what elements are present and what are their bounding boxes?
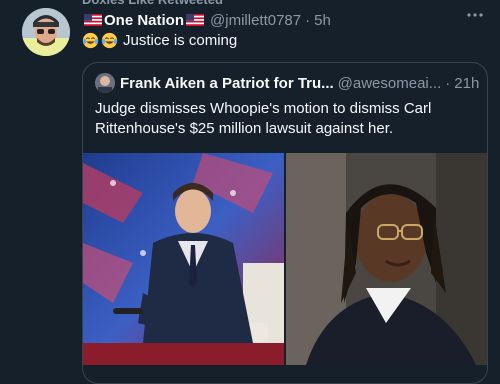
quoted-display-name: Frank Aiken a Patriot for Tru... <box>120 74 334 92</box>
media-photo-left[interactable] <box>83 153 284 365</box>
tweet-header: One Nation @jmillett0787 · 5h <box>82 10 331 30</box>
tweet-body: Justice is coming <box>82 32 237 49</box>
display-name[interactable]: One Nation <box>82 12 206 29</box>
quoted-tweet-timestamp: 21h <box>454 74 480 92</box>
more-horizontal-icon[interactable] <box>464 6 486 28</box>
quoted-user-avatar <box>95 73 115 93</box>
user-handle[interactable]: @jmillett0787 <box>210 12 301 29</box>
media-photo-right[interactable] <box>286 153 487 365</box>
user-avatar[interactable] <box>22 8 70 56</box>
tears-of-joy-emoji-icon <box>82 32 99 49</box>
quoted-tweet-media <box>83 153 487 365</box>
quoted-tweet-card[interactable]: Frank Aiken a Patriot for Tru... @awesom… <box>82 62 488 384</box>
separator-dot: · <box>305 11 311 29</box>
display-name-text: One Nation <box>104 11 185 29</box>
retweet-context-label[interactable]: Doxies Like Retweeted <box>82 0 223 8</box>
quoted-tweet-header: Frank Aiken a Patriot for Tru... @awesom… <box>95 73 479 93</box>
tears-of-joy-emoji-icon <box>101 32 118 49</box>
quoted-user-handle: @awesomeai... <box>337 74 442 92</box>
quoted-tweet-text: Judge dismisses Whoopie's motion to dism… <box>95 100 432 137</box>
us-flag-icon <box>84 14 102 26</box>
separator-dot: · <box>445 74 451 92</box>
tweet-timestamp[interactable]: 5h <box>314 12 331 29</box>
tweet-text: Justice is coming <box>123 32 238 49</box>
us-flag-icon <box>186 14 205 26</box>
